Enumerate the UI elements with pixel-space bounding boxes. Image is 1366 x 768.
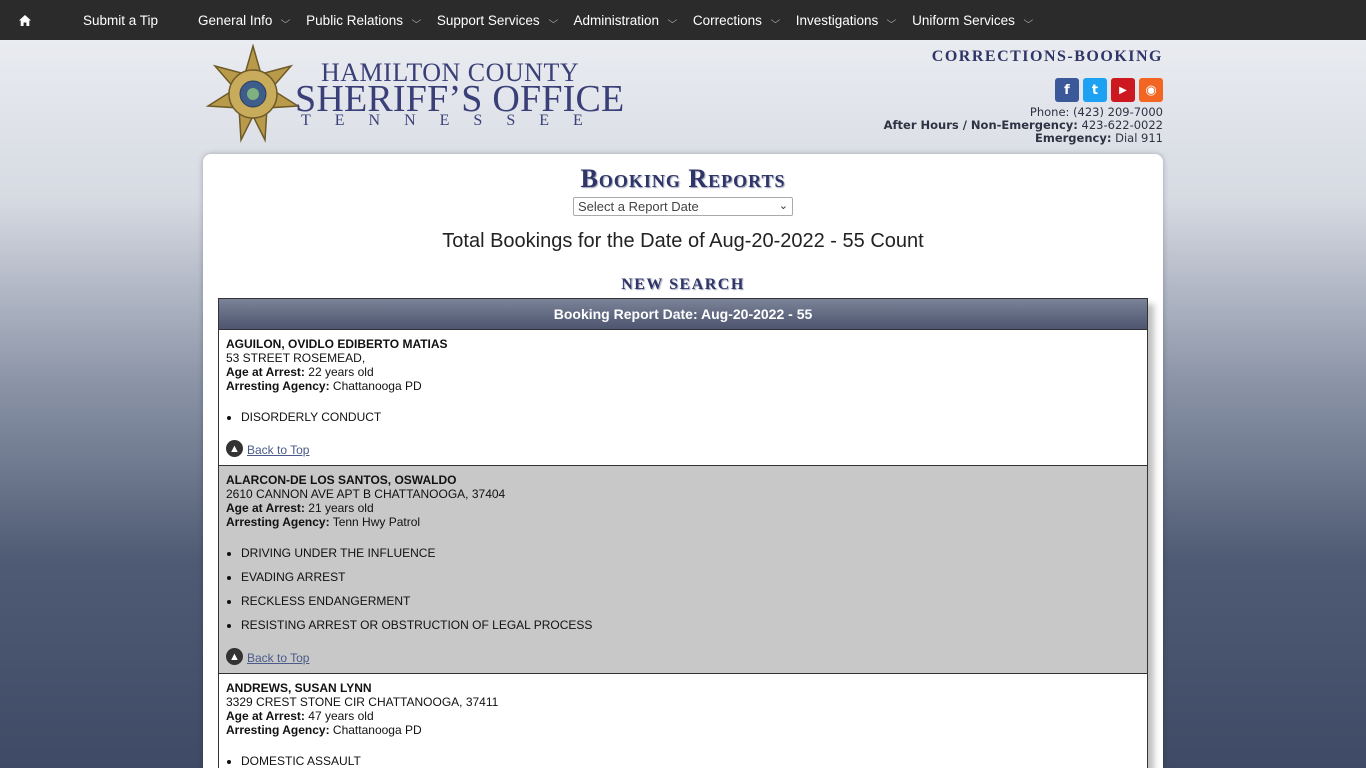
nav-home-link[interactable] bbox=[0, 0, 50, 40]
social-links: f t ▶ ◉ bbox=[843, 78, 1163, 102]
booking-record: ANDREWS, SUSAN LYNN 3329 CREST STONE CIR… bbox=[219, 674, 1147, 768]
emergency-number: Dial 911 bbox=[1115, 131, 1163, 145]
top-navigation: Submit a Tip General Info ⌵ Public Relat… bbox=[0, 0, 1366, 40]
age-at-arrest: Age at Arrest: 22 years old bbox=[226, 365, 374, 379]
charge-item: RECKLESS ENDANGERMENT bbox=[241, 594, 1140, 608]
chevron-down-icon: ⌵ bbox=[667, 14, 678, 25]
youtube-icon[interactable]: ▶ bbox=[1111, 78, 1135, 102]
charge-item: DRIVING UNDER THE INFLUENCE bbox=[241, 546, 1140, 560]
charges-list: DRIVING UNDER THE INFLUENCE EVADING ARRE… bbox=[241, 546, 1140, 632]
nav-support-services[interactable]: Support Services ⌵ bbox=[437, 0, 558, 40]
arrow-up-icon: ▲ bbox=[226, 440, 243, 457]
new-search-link[interactable]: NEW SEARCH bbox=[203, 276, 1163, 294]
facebook-icon[interactable]: f bbox=[1055, 78, 1079, 102]
inmate-name: ANDREWS, SUSAN LYNN bbox=[226, 681, 372, 695]
logo-state: TENNESSEE bbox=[301, 112, 607, 129]
twitter-icon[interactable]: t bbox=[1083, 78, 1107, 102]
back-to-top-link[interactable]: Back to Top bbox=[247, 651, 309, 665]
chevron-down-icon: ⌄ bbox=[778, 200, 788, 212]
contact-info: Phone: (423) 209-7000 After Hours / Non-… bbox=[843, 106, 1163, 145]
rss-icon[interactable]: ◉ bbox=[1139, 78, 1163, 102]
emergency-line: Emergency: Dial 911 bbox=[1034, 131, 1163, 145]
chevron-down-icon: ⌵ bbox=[770, 14, 781, 25]
nav-corrections[interactable]: Corrections ⌵ bbox=[693, 0, 781, 40]
booking-record: AGUILON, OVIDLO EDIBERTO MATIAS 53 STREE… bbox=[219, 330, 1147, 466]
chevron-down-icon: ⌵ bbox=[280, 14, 291, 25]
back-to-top[interactable]: ▲ Back to Top bbox=[226, 440, 1140, 457]
nav-public-relations[interactable]: Public Relations ⌵ bbox=[306, 0, 422, 40]
age-at-arrest: Age at Arrest: 21 years old bbox=[226, 501, 374, 515]
inmate-address: 3329 CREST STONE CIR CHATTANOOGA, 37411 bbox=[226, 695, 499, 709]
sheriff-badge-icon bbox=[205, 44, 301, 143]
phone-number: (423) 209-7000 bbox=[1073, 105, 1163, 119]
chevron-down-icon: ⌵ bbox=[886, 14, 897, 25]
charge-item: DISORDERLY CONDUCT bbox=[241, 410, 1140, 424]
age-at-arrest: Age at Arrest: 47 years old bbox=[226, 709, 374, 723]
after-hours-number: 423-622-0022 bbox=[1081, 118, 1163, 132]
header-contact-area: CORRECTIONS-BOOKING f t ▶ ◉ Phone: (423)… bbox=[843, 48, 1163, 145]
charges-list: DISORDERLY CONDUCT bbox=[241, 410, 1140, 424]
home-icon bbox=[19, 14, 31, 26]
inmate-name: AGUILON, OVIDLO EDIBERTO MATIAS bbox=[226, 337, 448, 351]
report-date-select[interactable]: Select a Report Date ⌄ bbox=[573, 197, 793, 216]
charges-list: DOMESTIC ASSAULT bbox=[241, 754, 1140, 768]
charge-item: DOMESTIC ASSAULT bbox=[241, 754, 1140, 768]
arresting-agency: Arresting Agency: Tenn Hwy Patrol bbox=[226, 515, 421, 529]
charge-item: RESISTING ARREST OR OBSTRUCTION OF LEGAL… bbox=[241, 618, 1140, 632]
nav-general-info[interactable]: General Info ⌵ bbox=[198, 0, 291, 40]
back-to-top-link[interactable]: Back to Top bbox=[247, 443, 309, 457]
chevron-down-icon: ⌵ bbox=[1023, 14, 1034, 25]
nav-administration[interactable]: Administration ⌵ bbox=[573, 0, 678, 40]
page-title: Booking Reports bbox=[580, 164, 786, 193]
sheriff-office-logo[interactable]: HAMILTON COUNTY SHERIFF’S OFFICE TENNESS… bbox=[203, 44, 624, 144]
arresting-agency: Arresting Agency: Chattanooga PD bbox=[226, 379, 422, 393]
nav-uniform-services[interactable]: Uniform Services ⌵ bbox=[912, 0, 1034, 40]
total-bookings: Total Bookings for the Date of Aug-20-20… bbox=[442, 230, 924, 252]
main-panel: Booking Reports Select a Report Date ⌄ T… bbox=[203, 154, 1163, 768]
section-title: CORRECTIONS-BOOKING bbox=[931, 48, 1163, 65]
nav-submit-tip[interactable]: Submit a Tip bbox=[83, 0, 158, 40]
chevron-down-icon: ⌵ bbox=[411, 14, 422, 25]
chevron-down-icon: ⌵ bbox=[548, 14, 558, 25]
nav-investigations[interactable]: Investigations ⌵ bbox=[796, 0, 897, 40]
inmate-address: 53 STREET ROSEMEAD, bbox=[226, 351, 366, 365]
booking-record: ALARCON-DE LOS SANTOS, OSWALDO 2610 CANN… bbox=[219, 466, 1147, 674]
inmate-name: ALARCON-DE LOS SANTOS, OSWALDO bbox=[226, 473, 457, 487]
arrow-up-icon: ▲ bbox=[226, 648, 243, 665]
booking-report-table: Booking Report Date: Aug-20-2022 - 55 AG… bbox=[218, 298, 1148, 768]
back-to-top[interactable]: ▲ Back to Top bbox=[226, 648, 1140, 665]
report-header: Booking Report Date: Aug-20-2022 - 55 bbox=[219, 299, 1147, 330]
inmate-address: 2610 CANNON AVE APT B CHATTANOOGA, 37404 bbox=[226, 487, 506, 501]
charge-item: EVADING ARREST bbox=[241, 570, 1140, 584]
arresting-agency: Arresting Agency: Chattanooga PD bbox=[226, 723, 422, 737]
